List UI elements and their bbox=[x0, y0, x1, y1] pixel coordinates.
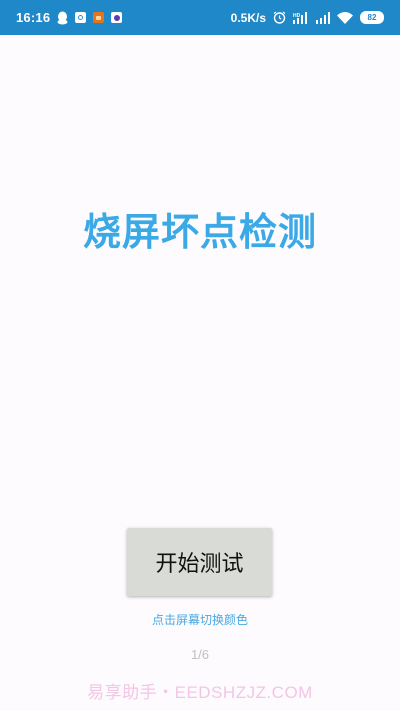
hint-text: 点击屏幕切换颜色 bbox=[151, 613, 248, 627]
signal-icon bbox=[316, 11, 330, 24]
page-indicator: 1/6 bbox=[190, 647, 210, 662]
wifi-icon bbox=[337, 11, 353, 24]
hd-signal-icon: HD bbox=[293, 11, 309, 24]
svg-text:HD: HD bbox=[293, 13, 301, 19]
watermark: 易享助手・EEDSHZJZ.COM bbox=[87, 683, 313, 702]
alarm-icon bbox=[273, 11, 286, 24]
status-time: 16:16 bbox=[16, 10, 51, 25]
qq-icon bbox=[57, 11, 68, 25]
network-speed: 0.5K/s bbox=[230, 10, 266, 25]
status-bar-left: 16:16 bbox=[16, 10, 123, 25]
battery-icon: 82 bbox=[360, 11, 384, 24]
page-title: 烧屏坏点检测 bbox=[82, 210, 317, 254]
start-test-button[interactable]: 开始测试 bbox=[127, 528, 272, 596]
app-icon-purple bbox=[111, 12, 123, 23]
battery-level: 82 bbox=[360, 11, 384, 24]
status-bar-right: 0.5K/s HD 82 bbox=[231, 11, 384, 25]
app-icon-orange bbox=[93, 12, 105, 23]
app-icon-blue bbox=[75, 12, 87, 23]
status-bar: 16:16 0.5K/s HD 82 bbox=[0, 0, 400, 35]
